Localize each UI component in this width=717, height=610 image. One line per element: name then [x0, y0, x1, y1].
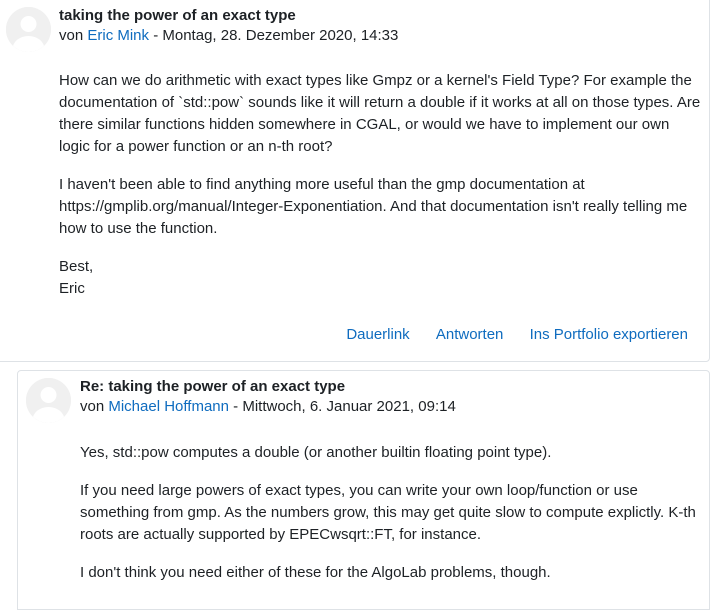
post-commands: Dauerlink Antworten Ins Portfolio export…	[324, 325, 688, 345]
post-content: How can we do arithmetic with exact type…	[59, 70, 701, 316]
post-subject: taking the power of an exact type	[59, 7, 296, 24]
post-closing: Best, Eric	[59, 256, 701, 300]
author-link[interactable]: Michael Hoffmann	[108, 398, 229, 415]
post-paragraph: If you need large powers of exact types,…	[80, 482, 696, 543]
post-byline: von Eric Mink - Montag, 28. Dezember 202…	[59, 28, 701, 44]
post-paragraph: I haven't been able to find anything mor…	[59, 176, 688, 237]
post-paragraph: Yes, std::pow computes a double (or anot…	[80, 444, 552, 461]
post-header: Re: taking the power of an exact type vo…	[80, 379, 701, 415]
closing-signature: Eric	[59, 280, 85, 297]
export-portfolio-link[interactable]: Ins Portfolio exportieren	[530, 326, 688, 343]
byline-prefix: von	[80, 398, 105, 415]
post-byline: von Michael Hoffmann - Mittwoch, 6. Janu…	[80, 399, 701, 415]
post-paragraph: I don't think you need either of these f…	[80, 564, 551, 581]
forum-post-reply: Re: taking the power of an exact type vo…	[17, 370, 710, 610]
reply-link[interactable]: Antworten	[436, 326, 504, 343]
author-link[interactable]: Eric Mink	[87, 27, 149, 44]
post-subject: Re: taking the power of an exact type	[80, 378, 346, 395]
user-icon	[26, 378, 71, 423]
post-content: Yes, std::pow computes a double (or anot…	[80, 442, 701, 600]
byline-prefix: von	[59, 27, 84, 44]
avatar[interactable]	[26, 378, 71, 423]
post-date: Mittwoch, 6. Januar 2021, 09:14	[242, 398, 456, 415]
post-header: taking the power of an exact type von Er…	[59, 8, 701, 44]
closing-greeting: Best,	[59, 258, 94, 275]
permalink-link[interactable]: Dauerlink	[346, 326, 409, 343]
avatar[interactable]	[6, 7, 51, 52]
user-icon	[6, 7, 51, 52]
date-separator: -	[233, 398, 243, 415]
forum-post: taking the power of an exact type von Er…	[0, 0, 710, 362]
post-paragraph: How can we do arithmetic with exact type…	[59, 72, 701, 155]
post-date: Montag, 28. Dezember 2020, 14:33	[162, 27, 399, 44]
date-separator: -	[153, 27, 163, 44]
